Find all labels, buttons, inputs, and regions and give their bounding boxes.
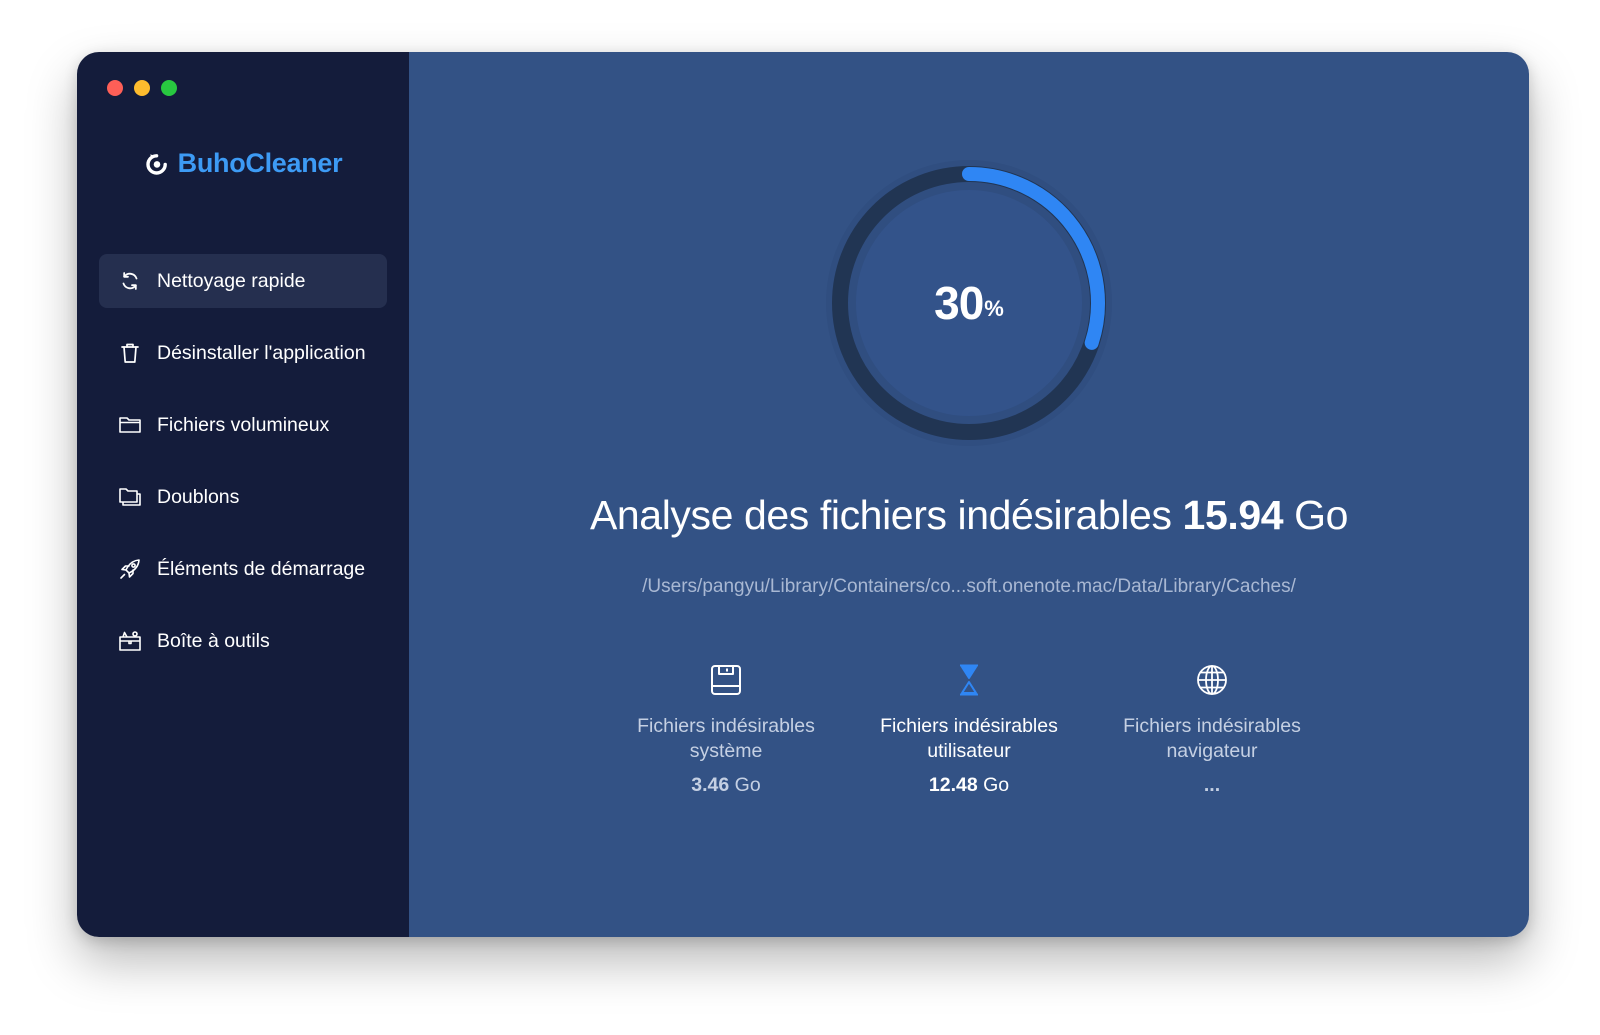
hourglass-icon — [868, 662, 1071, 698]
duplicate-folder-icon — [117, 484, 143, 510]
disk-icon — [625, 662, 828, 698]
brand: BuhoCleaner — [77, 148, 409, 179]
sidebar-item-fichiers-volumineux[interactable]: Fichiers volumineux — [99, 398, 387, 452]
owl-logo-icon — [145, 153, 167, 175]
category-label: Fichiers indésirables utilisateur — [880, 715, 1058, 762]
folder-icon — [117, 412, 143, 438]
rocket-icon — [117, 556, 143, 582]
sidebar-item-elements-demarrage[interactable]: Éléments de démarrage — [99, 542, 387, 596]
sidebar-item-doublons[interactable]: Doublons — [99, 470, 387, 524]
headline-size: 15.94 — [1182, 492, 1284, 538]
category-size: 3.46 Go — [691, 774, 761, 796]
minimize-window-button[interactable] — [134, 80, 150, 96]
scan-progress-ring: 30 % — [825, 159, 1113, 447]
sidebar-item-label: Désinstaller l'application — [157, 341, 366, 364]
globe-icon — [1111, 662, 1314, 698]
junk-categories: Fichiers indésirables système 3.46 Go Fi… — [409, 662, 1529, 797]
sidebar-item-desinstaller[interactable]: Désinstaller l'application — [99, 326, 387, 380]
sidebar-item-label: Doublons — [157, 485, 240, 508]
category-label: Fichiers indésirables système — [637, 715, 815, 762]
close-window-button[interactable] — [107, 80, 123, 96]
category-size: 12.48 Go — [928, 774, 1010, 796]
main-panel: 30 % Analyse des fichiers indésirables 1… — [409, 52, 1529, 937]
app-window: BuhoCleaner Nettoyage rapide Désinstalle… — [77, 52, 1529, 937]
category-system-junk: Fichiers indésirables système 3.46 Go — [625, 662, 828, 797]
scan-current-path: /Users/pangyu/Library/Containers/co...so… — [642, 576, 1296, 597]
headline-text: Analyse des fichiers indésirables — [589, 492, 1172, 538]
progress-unit: % — [984, 296, 1004, 321]
sidebar-item-nettoyage-rapide[interactable]: Nettoyage rapide — [99, 254, 387, 308]
sidebar: BuhoCleaner Nettoyage rapide Désinstalle… — [77, 52, 409, 937]
traffic-lights — [107, 80, 177, 96]
trash-icon — [117, 340, 143, 366]
sidebar-item-label: Boîte à outils — [157, 629, 270, 652]
category-label: Fichiers indésirables navigateur — [1123, 715, 1301, 762]
zoom-window-button[interactable] — [161, 80, 177, 96]
category-user-junk: Fichiers indésirables utilisateur 12.48 … — [868, 662, 1071, 797]
scan-headline: Analyse des fichiers indésirables 15.94 … — [409, 492, 1529, 539]
category-browser-junk: Fichiers indésirables navigateur ... — [1111, 662, 1314, 797]
toolbox-icon — [117, 628, 143, 654]
sidebar-nav: Nettoyage rapide Désinstaller l'applicat… — [99, 254, 387, 686]
headline-unit: Go — [1294, 492, 1349, 538]
brand-name: BuhoCleaner — [177, 148, 343, 178]
refresh-icon — [117, 268, 143, 294]
progress-label: 30 % — [825, 159, 1113, 447]
sidebar-item-label: Nettoyage rapide — [157, 269, 306, 292]
sidebar-item-label: Éléments de démarrage — [157, 557, 366, 580]
progress-value: 30 — [934, 277, 984, 329]
sidebar-item-label: Fichiers volumineux — [157, 413, 330, 436]
category-size: ... — [1203, 774, 1221, 796]
sidebar-item-boite-outils[interactable]: Boîte à outils — [99, 614, 387, 668]
